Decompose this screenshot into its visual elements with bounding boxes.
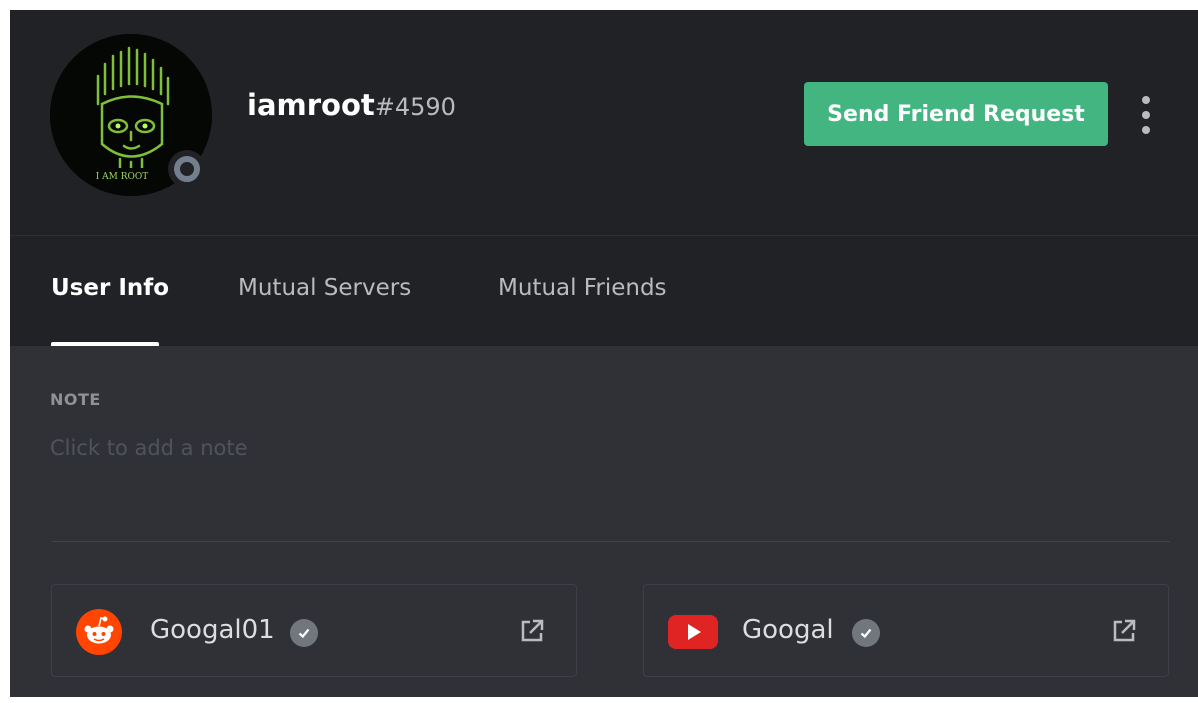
youtube-icon [668,615,718,649]
profile-header: I AM ROOT iamroot#4590 Send Friend Reque… [10,10,1198,346]
more-dot [1142,126,1150,134]
username[interactable]: iamroot [247,88,375,122]
external-link-icon[interactable] [1110,617,1138,645]
status-indicator [168,150,206,188]
note-label: NOTE [50,390,101,409]
note-input[interactable] [50,430,650,466]
send-friend-request-button[interactable]: Send Friend Request [804,82,1108,146]
content-divider [52,541,1170,542]
active-tab-indicator [51,342,159,346]
more-dot [1142,96,1150,104]
account-name: Googal [742,615,834,645]
account-name: Googal01 [150,615,275,645]
offline-status-icon [174,156,200,182]
avatar-container: I AM ROOT [50,34,212,196]
more-options-icon[interactable] [1134,92,1158,138]
user-profile-modal: I AM ROOT iamroot#4590 Send Friend Reque… [10,10,1198,697]
verified-check-icon [852,619,880,647]
user-discriminator[interactable]: #4590 [375,93,456,121]
external-link-icon[interactable] [518,617,546,645]
connected-account-reddit: Googal01 [51,584,577,677]
more-dot [1142,111,1150,119]
reddit-icon [76,609,122,655]
header-divider [10,235,1198,236]
tab-user-info[interactable]: User Info [51,275,169,301]
tab-mutual-friends[interactable]: Mutual Friends [498,275,667,301]
avatar-caption: I AM ROOT [96,172,149,182]
user-tag: iamroot#4590 [247,88,456,122]
tab-mutual-servers[interactable]: Mutual Servers [238,275,411,301]
connected-account-youtube: Googal [643,584,1169,677]
verified-check-icon [290,619,318,647]
